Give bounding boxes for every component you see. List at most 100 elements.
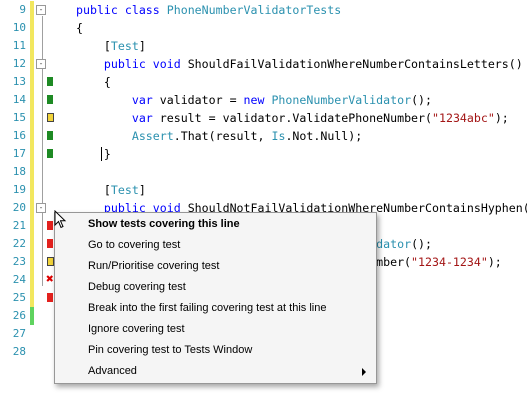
code-token: ] [138,183,146,197]
code-line[interactable]: 14 var validator = new PhoneNumberValida… [0,91,527,109]
menu-item-label: Go to covering test [88,239,181,251]
change-tracking-bar [30,55,34,73]
code-token: Is [271,129,286,143]
line-number: 17 [12,147,26,160]
change-tracking-bar [30,217,34,235]
code-token: var [131,111,160,125]
ignored-test-marker-icon[interactable]: ✖ [46,273,54,286]
line-number: 13 [12,75,26,88]
change-tracking-bar [30,199,34,217]
change-tracking-bar [30,163,34,181]
code-token: validator = [159,93,244,107]
fail-coverage-marker-icon[interactable] [47,293,53,302]
menu-item-ignore-covering-test[interactable]: Ignore covering test [55,319,376,340]
code-line[interactable]: 12- public void ShouldFailValidationWher… [0,55,527,73]
code-token: PhoneNumberValidator [271,93,412,107]
code-token: "1234abc" [432,111,495,125]
change-tracking-bar [30,253,34,271]
code-token: Test [110,39,139,53]
code-text: [Test] [76,181,146,199]
code-token: [ [76,39,111,53]
change-tracking-bar [30,91,34,109]
mixed-coverage-marker-icon[interactable] [47,257,54,266]
line-number: 28 [12,345,26,358]
pass-coverage-marker-icon[interactable] [47,149,53,158]
line-number: 18 [12,165,26,178]
code-token: PhoneNumberValidatorTests [166,3,342,17]
menu-item-label: Run/Prioritise covering test [88,260,220,272]
code-token: .Not.Null); [285,129,363,143]
code-token: (); [411,93,433,107]
menu-item-label: Debug covering test [88,281,186,293]
line-number: 12 [12,57,26,70]
change-tracking-bar [30,289,34,307]
change-tracking-bar [30,19,34,37]
code-line[interactable]: 17 } [0,145,527,163]
code-line[interactable]: 19 [Test] [0,181,527,199]
collapse-toggle-icon[interactable]: - [36,203,46,213]
code-line[interactable]: 16 Assert.That(result, Is.Not.Null); [0,127,527,145]
menu-item-break-into-the-first-failing-covering-test-at-this-line[interactable]: Break into the first failing covering te… [55,298,376,319]
code-token: "1234-1234" [411,255,488,269]
code-token: [ [76,183,111,197]
change-tracking-bar [30,145,34,163]
line-number: 15 [12,111,26,124]
pass-coverage-marker-icon[interactable] [47,77,53,86]
code-line[interactable]: 9- public class PhoneNumberValidatorTests [0,1,527,19]
code-token: ShouldFailValidationWhereNumberContainsL… [187,57,523,71]
code-text: var result = validator.ValidatePhoneNumb… [76,109,509,127]
line-number: 16 [12,129,26,142]
code-line[interactable]: 11 [Test] [0,37,527,55]
menu-item-label: Break into the first failing covering te… [88,302,327,314]
code-line[interactable]: 10 { [0,19,527,37]
code-text: public void ShouldFailValidationWhereNum… [76,55,523,73]
code-text: [Test] [76,37,146,55]
code-token: { [76,21,83,35]
menu-item-debug-covering-test[interactable]: Debug covering test [55,277,376,298]
menu-item-advanced[interactable]: Advanced [55,361,376,382]
change-tracking-bar [30,181,34,199]
mixed-coverage-marker-icon[interactable] [47,113,54,122]
menu-item-label: Pin covering test to Tests Window [88,344,253,356]
change-tracking-bar [30,127,34,145]
menu-item-show-tests-covering-this-line[interactable]: Show tests covering this line [55,214,376,235]
code-line[interactable]: 18 [0,163,527,181]
pass-coverage-marker-icon[interactable] [47,95,53,104]
line-number: 23 [12,255,26,268]
change-tracking-bar [30,235,34,253]
menu-item-pin-covering-test-to-tests-window[interactable]: Pin covering test to Tests Window [55,340,376,361]
fail-coverage-marker-icon[interactable] [47,221,53,230]
line-number: 27 [12,327,26,340]
menu-item-go-to-covering-test[interactable]: Go to covering test [55,235,376,256]
pass-coverage-marker-icon[interactable] [47,131,53,140]
line-number: 20 [12,201,26,214]
context-menu: Show tests covering this line Go to cover… [54,212,377,384]
code-token: ); [487,255,502,269]
code-token: ); [494,111,509,125]
menu-item-label: Advanced [88,365,137,377]
line-number: 26 [12,309,26,322]
collapse-toggle-icon[interactable]: - [36,5,46,15]
code-token: .That(result, [173,129,272,143]
line-number: 25 [12,291,26,304]
code-text: var validator = new PhoneNumberValidator… [76,91,432,109]
text-caret [101,147,102,161]
code-token: new [243,93,272,107]
change-tracking-bar [30,271,34,289]
code-token: public class [76,3,167,17]
collapse-toggle-icon[interactable]: - [36,59,46,69]
line-number: 21 [12,219,26,232]
code-line[interactable]: 13 { [0,73,527,91]
code-token: (); [411,237,433,251]
code-token: Assert [131,129,174,143]
code-token: public void [103,57,188,71]
line-number: 19 [12,183,26,196]
code-line[interactable]: 15 var result = validator.ValidatePhoneN… [0,109,527,127]
fail-coverage-marker-icon[interactable] [47,239,53,248]
menu-item-run-prioritise-covering-test[interactable]: Run/Prioritise covering test [55,256,376,277]
code-text: { [76,73,111,91]
code-text: } [76,145,111,163]
